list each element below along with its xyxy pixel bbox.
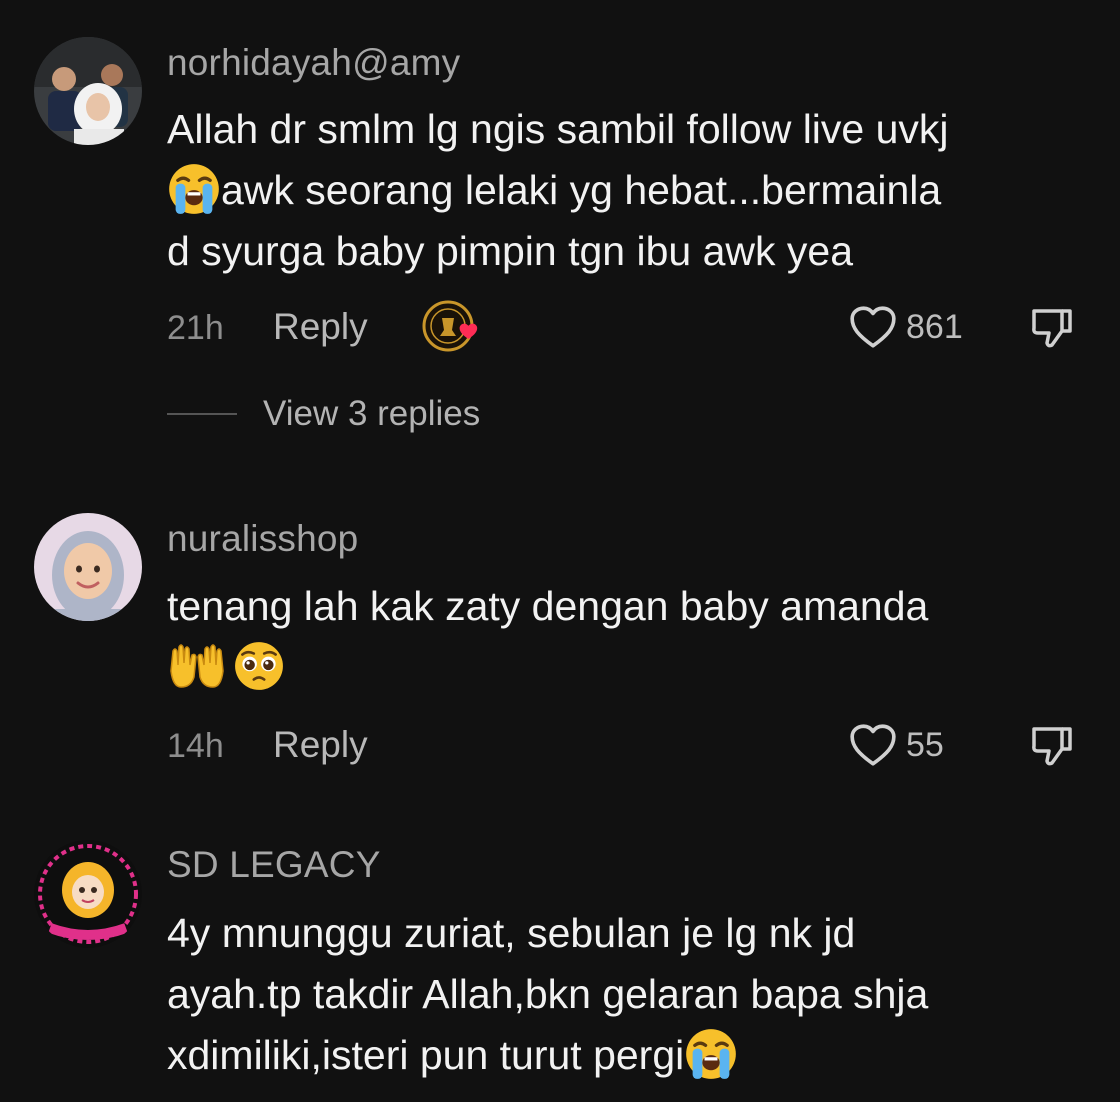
comment-text-line: 4y mnunggu zuriat, sebulan je lg nk jd	[167, 910, 856, 956]
avatar[interactable]	[34, 840, 142, 948]
comment-text: 4y mnunggu zuriat, sebulan je lg nk jd a…	[167, 903, 1087, 1086]
comment-username[interactable]: SD LEGACY	[167, 844, 381, 886]
comment-text-segment: xdimiliki,isteri pun turut pergi	[167, 1032, 685, 1078]
comment-item: SD LEGACY 4y mnunggu zuriat, sebulan je …	[0, 0, 1120, 1102]
comment-text-line: ayah.tp takdir Allah,bkn gelaran bapa sh…	[167, 971, 929, 1017]
loudly-crying-face-icon	[684, 1027, 738, 1081]
comment-text-line: xdimiliki,isteri pun turut pergi	[167, 1025, 1087, 1086]
